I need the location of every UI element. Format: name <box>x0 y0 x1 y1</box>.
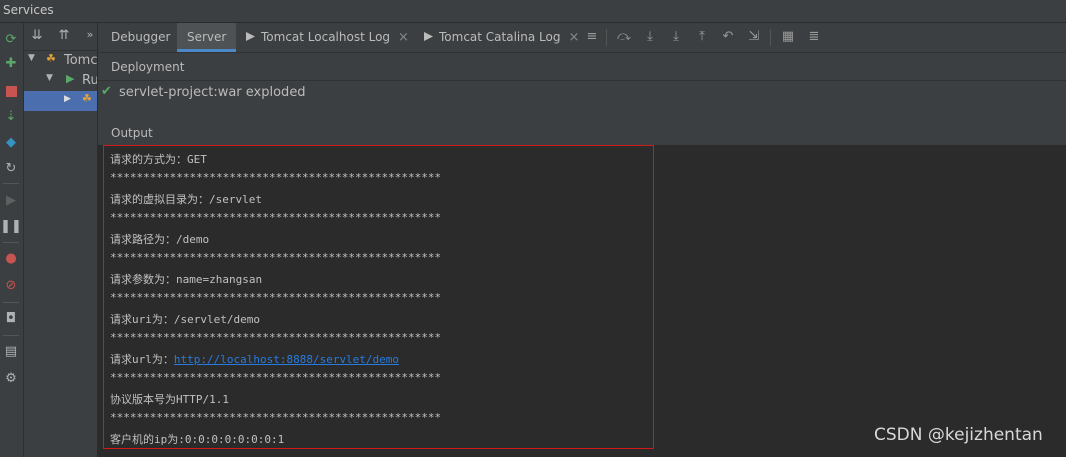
settings-icon[interactable]: ⚙ <box>3 371 19 387</box>
tab-label: Server <box>187 30 227 44</box>
output-line: 请求的方式为：GET <box>110 153 207 166</box>
run-to-cursor-icon[interactable]: ⇲ <box>746 29 762 45</box>
deploy-icon[interactable]: ◆ <box>3 135 19 151</box>
tab-server[interactable]: Server <box>177 23 237 52</box>
output-line: ****************************************… <box>110 211 442 224</box>
add-deployment-icon[interactable]: ✚ <box>3 56 19 72</box>
tree-item-tomcat[interactable]: ▼ ☘ Tomcat <box>24 51 97 71</box>
server-panel: Deployment ✔ servlet-project:war explode… <box>98 53 1066 145</box>
chevron-down-icon[interactable]: ▼ <box>46 73 53 83</box>
step-out-icon[interactable]: ⤒ <box>694 29 710 45</box>
watermark: CSDN @kejizhentan <box>874 425 1043 445</box>
tree-toolbar: ⇊ ⇈ » <box>24 23 97 51</box>
output-console[interactable]: 请求的方式为：GET *****************************… <box>98 145 1066 457</box>
more-icon[interactable]: » <box>82 27 97 43</box>
output-line: ****************************************… <box>110 291 442 304</box>
tomcat-icon: ☘ <box>46 52 56 65</box>
left-toolbar: ⟳ ✚ ⇣ ◆ ↻ ▶ ❚❚ ● ⊘ ◘ ▤ ⚙ <box>0 23 24 457</box>
output-line: ****************************************… <box>110 371 442 384</box>
tree-item-label: Tomcat <box>64 53 97 68</box>
run-icon: ▶ <box>66 72 75 85</box>
output-line: 协议版本号为HTTP/1.1 <box>110 393 229 406</box>
tab-label: Tomcat Localhost Log <box>261 30 391 44</box>
tab-tomcat-catalina-log[interactable]: Tomcat Catalina Log × <box>424 23 579 52</box>
output-line: 请求参数为：name=zhangsan <box>110 273 263 286</box>
trace-icon[interactable]: ≣ <box>806 29 822 45</box>
evaluate-icon[interactable]: ▦ <box>780 29 796 45</box>
close-icon[interactable]: × <box>568 30 579 45</box>
tomcat-icon: ☘ <box>82 92 92 105</box>
breakpoints-icon[interactable]: ● <box>3 251 19 267</box>
tab-bar: Debugger Server Tomcat Localhost Log × To… <box>98 23 1066 53</box>
chevron-right-icon[interactable]: ▶ <box>64 94 71 104</box>
close-icon[interactable]: × <box>398 30 409 45</box>
window-title: Services <box>3 3 54 17</box>
tab-tomcat-localhost-log[interactable]: Tomcat Localhost Log × <box>246 23 409 52</box>
list-icon[interactable]: ≡ <box>584 29 600 45</box>
expand-all-icon[interactable]: ⇊ <box>29 28 45 44</box>
layout-icon[interactable]: ▤ <box>3 344 19 360</box>
refresh-icon[interactable]: ⟳ <box>3 32 19 48</box>
output-line: ****************************************… <box>110 331 442 344</box>
tree-item-label: Running <box>82 73 97 88</box>
deployment-label: Deployment <box>111 60 185 74</box>
tree-item-tomcat-instance[interactable]: ▶ ☘ <box>24 91 97 111</box>
services-tree: ⇊ ⇈ » ▼ ☘ Tomcat ▼ ▶ Running ▶ ☘ <box>24 23 97 457</box>
output-line: ****************************************… <box>110 411 442 424</box>
check-icon: ✔ <box>101 84 112 99</box>
stop-icon[interactable] <box>3 83 19 99</box>
output-line: ****************************************… <box>110 251 442 264</box>
pause-icon[interactable]: ❚❚ <box>0 219 22 235</box>
drop-frame-icon[interactable]: ↶ <box>720 29 736 45</box>
screenshot-icon[interactable]: ◘ <box>3 311 19 327</box>
rerun-icon[interactable]: ↻ <box>3 161 19 177</box>
url-prefix: 请求url为： <box>110 353 174 366</box>
output-line: 请求uri为：/servlet/demo <box>110 313 260 326</box>
resume-icon[interactable]: ▶ <box>3 193 19 209</box>
output-line-url: 请求url为：http://localhost:8888/servlet/dem… <box>110 351 399 367</box>
tab-label: Debugger <box>111 30 171 44</box>
title-bar: Services <box>0 0 1066 23</box>
output-line: 请求路径为：/demo <box>110 233 210 246</box>
force-step-into-icon[interactable]: ⤓ <box>668 29 684 45</box>
tab-label: Tomcat Catalina Log <box>439 30 561 44</box>
output-line: ****************************************… <box>110 171 442 184</box>
output-line: 客户机的ip为:0:0:0:0:0:0:0:1 <box>110 433 285 446</box>
mute-breakpoints-icon[interactable]: ⊘ <box>3 278 19 294</box>
log-icon <box>246 32 255 41</box>
log-icon <box>424 32 433 41</box>
tree-item-running[interactable]: ▼ ▶ Running <box>24 71 97 91</box>
chevron-down-icon[interactable]: ▼ <box>28 53 35 63</box>
deployment-item[interactable]: servlet-project:war exploded <box>119 85 306 100</box>
output-line: 请求的虚拟目录为：/servlet <box>110 193 262 206</box>
tab-debugger[interactable]: Debugger <box>103 23 178 52</box>
output-label: Output <box>111 126 153 140</box>
step-into-icon[interactable]: ⤓ <box>642 29 658 45</box>
update-icon[interactable]: ⇣ <box>3 109 19 125</box>
highlight-box: 请求的方式为：GET *****************************… <box>103 145 654 449</box>
collapse-all-icon[interactable]: ⇈ <box>56 28 72 44</box>
url-link[interactable]: http://localhost:8888/servlet/demo <box>174 353 399 366</box>
step-over-icon[interactable]: ⤼ <box>616 29 632 45</box>
